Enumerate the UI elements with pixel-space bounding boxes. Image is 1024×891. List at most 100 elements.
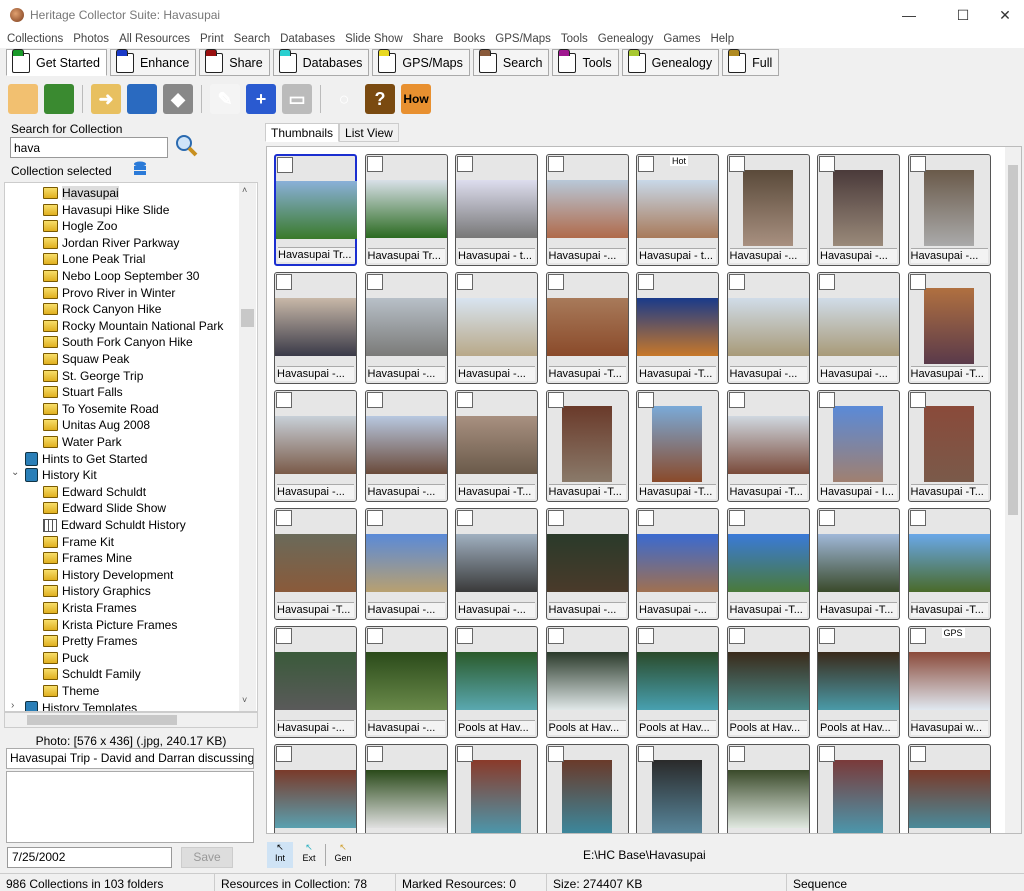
mark-checkbox[interactable] <box>276 392 292 408</box>
thumbnail[interactable]: Havasupai -T... <box>726 508 810 620</box>
int-button[interactable]: ↖ Int <box>267 842 293 868</box>
mark-checkbox[interactable] <box>457 274 473 290</box>
tab-enhance[interactable]: Enhance <box>109 48 197 76</box>
mark-checkbox[interactable] <box>728 156 745 172</box>
thumbnail[interactable]: Havasupai -T... <box>274 508 357 620</box>
thumbnail[interactable]: Havasupai -... <box>545 508 629 620</box>
tree-item[interactable]: Edward Schuldt History <box>43 517 186 533</box>
how-button[interactable]: How <box>401 84 431 114</box>
tree-item[interactable]: Pretty Frames <box>43 633 137 649</box>
thumbnail[interactable]: Havasupai -... <box>726 272 810 384</box>
mark-checkbox[interactable] <box>909 274 926 290</box>
tree-item[interactable]: Water Park <box>43 434 122 450</box>
tree-item[interactable]: Unitas Aug 2008 <box>43 417 150 433</box>
thumbnail[interactable]: Havasupai -T... <box>545 390 629 502</box>
tree-item[interactable]: Lone Peak Trial <box>43 251 145 267</box>
mark-checkbox[interactable] <box>728 510 745 526</box>
mark-checkbox[interactable] <box>457 746 473 762</box>
tree-item[interactable]: Nebo Loop September 30 <box>43 268 199 284</box>
thumbnail[interactable]: Pools at Hav... <box>455 626 538 738</box>
tree-item[interactable]: History Graphics <box>43 583 151 599</box>
mark-checkbox[interactable] <box>819 274 835 290</box>
thumbnail[interactable]: Havasupai -T... <box>907 272 991 384</box>
scanner-button[interactable]: ◆ <box>163 84 193 114</box>
maximize-button[interactable]: ☐ <box>940 0 986 31</box>
tree-item[interactable]: Hogle Zoo <box>43 218 117 234</box>
thumbnail[interactable]: Havasupai -T... <box>726 390 810 502</box>
thumbnail[interactable]: Havasupai Tr... <box>364 154 448 266</box>
mark-checkbox[interactable] <box>819 510 835 526</box>
mark-checkbox[interactable] <box>547 628 564 644</box>
tree-item[interactable]: Schuldt Family <box>43 666 141 682</box>
mark-checkbox[interactable] <box>276 274 292 290</box>
thumbnail[interactable]: Pools at Hav... <box>726 626 810 738</box>
mark-checkbox[interactable] <box>638 746 654 762</box>
mark-checkbox[interactable] <box>366 274 383 290</box>
mark-checkbox[interactable] <box>909 628 926 644</box>
thumbnail[interactable]: GPS Havasupai w... <box>907 626 991 738</box>
thumbnail[interactable]: Havasupai Tr... <box>274 154 357 266</box>
mark-checkbox[interactable] <box>728 746 745 762</box>
tree-item[interactable]: Havasupai <box>43 185 119 201</box>
collapse-chevron-icon[interactable]: › <box>11 700 14 711</box>
phone-button[interactable] <box>127 84 157 114</box>
tree-item[interactable]: History Templates <box>25 700 137 711</box>
thumbnail[interactable]: Havasupai -T... <box>636 272 719 384</box>
ext-button[interactable]: ↖ Ext <box>296 842 322 868</box>
date-field[interactable]: 7/25/2002 <box>7 847 172 868</box>
mark-checkbox[interactable] <box>547 510 564 526</box>
tree-item[interactable]: Frames Mine <box>43 550 132 566</box>
tree-item[interactable]: Puck <box>43 650 89 666</box>
mark-checkbox[interactable] <box>366 392 383 408</box>
thumbnail[interactable]: Havasupai -... <box>274 272 357 384</box>
menu-tools[interactable]: Tools <box>554 31 591 48</box>
tab-genealogy[interactable]: Genealogy <box>621 48 720 76</box>
thumbnail[interactable]: Hot Havasupai - t... <box>636 154 719 266</box>
mark-checkbox[interactable] <box>909 746 926 762</box>
tree-item[interactable]: Hints to Get Started <box>25 451 147 467</box>
tree-item[interactable]: Rock Canyon Hike <box>43 301 161 317</box>
tree-horizontal-scrollbar[interactable] <box>4 712 258 728</box>
tree-item[interactable]: To Yosemite Road <box>43 401 159 417</box>
mark-checkbox[interactable] <box>819 156 835 172</box>
mark-checkbox[interactable] <box>728 274 745 290</box>
mark-checkbox[interactable] <box>909 156 926 172</box>
gen-button[interactable]: ↖ Gen <box>330 842 356 868</box>
tree-item[interactable]: Squaw Peak <box>43 351 129 367</box>
thumbnail[interactable]: Havasupai -... <box>274 390 357 502</box>
thumbnail[interactable]: Pools at Hav... <box>545 626 629 738</box>
thumbnail[interactable]: Havasupai -... <box>455 272 538 384</box>
mark-checkbox[interactable] <box>276 746 292 762</box>
mark-checkbox[interactable] <box>547 156 564 172</box>
mark-checkbox[interactable] <box>277 157 293 173</box>
thumbnail[interactable]: Havasupai -... <box>636 508 719 620</box>
thumbnail[interactable] <box>726 744 810 833</box>
tree-item[interactable]: Rocky Mountain National Park <box>43 318 223 334</box>
tree-vertical-scrollbar[interactable]: ˄ ˅ <box>239 183 256 711</box>
tree-item[interactable]: Theme <box>43 683 99 699</box>
thumbnail[interactable] <box>274 744 357 833</box>
menu-print[interactable]: Print <box>193 31 227 48</box>
tree-item[interactable]: Edward Schuldt <box>43 484 146 500</box>
mark-checkbox[interactable] <box>638 628 654 644</box>
notes-field[interactable] <box>6 771 254 843</box>
mark-checkbox[interactable] <box>728 392 745 408</box>
menu-gps-maps[interactable]: GPS/Maps <box>488 31 554 48</box>
tab-full[interactable]: Full <box>722 48 780 76</box>
thumbnail[interactable]: Havasupai -... <box>364 390 448 502</box>
thumbnail[interactable]: Havasupai -... <box>726 154 810 266</box>
mark-checkbox[interactable] <box>276 510 292 526</box>
tree-item[interactable]: South Fork Canyon Hike <box>43 334 193 350</box>
mark-checkbox[interactable] <box>819 392 835 408</box>
mark-checkbox[interactable] <box>366 746 383 762</box>
thumbnail[interactable] <box>455 744 538 833</box>
thumbnail[interactable]: Havasupai -T... <box>907 508 991 620</box>
scroll-up-icon[interactable]: ˄ <box>242 185 247 195</box>
mark-checkbox[interactable] <box>638 510 654 526</box>
tree-item[interactable]: Stuart Falls <box>43 384 123 400</box>
thumbnail[interactable]: Havasupai - I... <box>817 390 900 502</box>
mark-checkbox[interactable] <box>457 628 473 644</box>
mark-checkbox[interactable] <box>547 746 564 762</box>
thumbnail[interactable]: Havasupai -... <box>455 508 538 620</box>
tree-item[interactable]: History Kit <box>25 467 97 483</box>
